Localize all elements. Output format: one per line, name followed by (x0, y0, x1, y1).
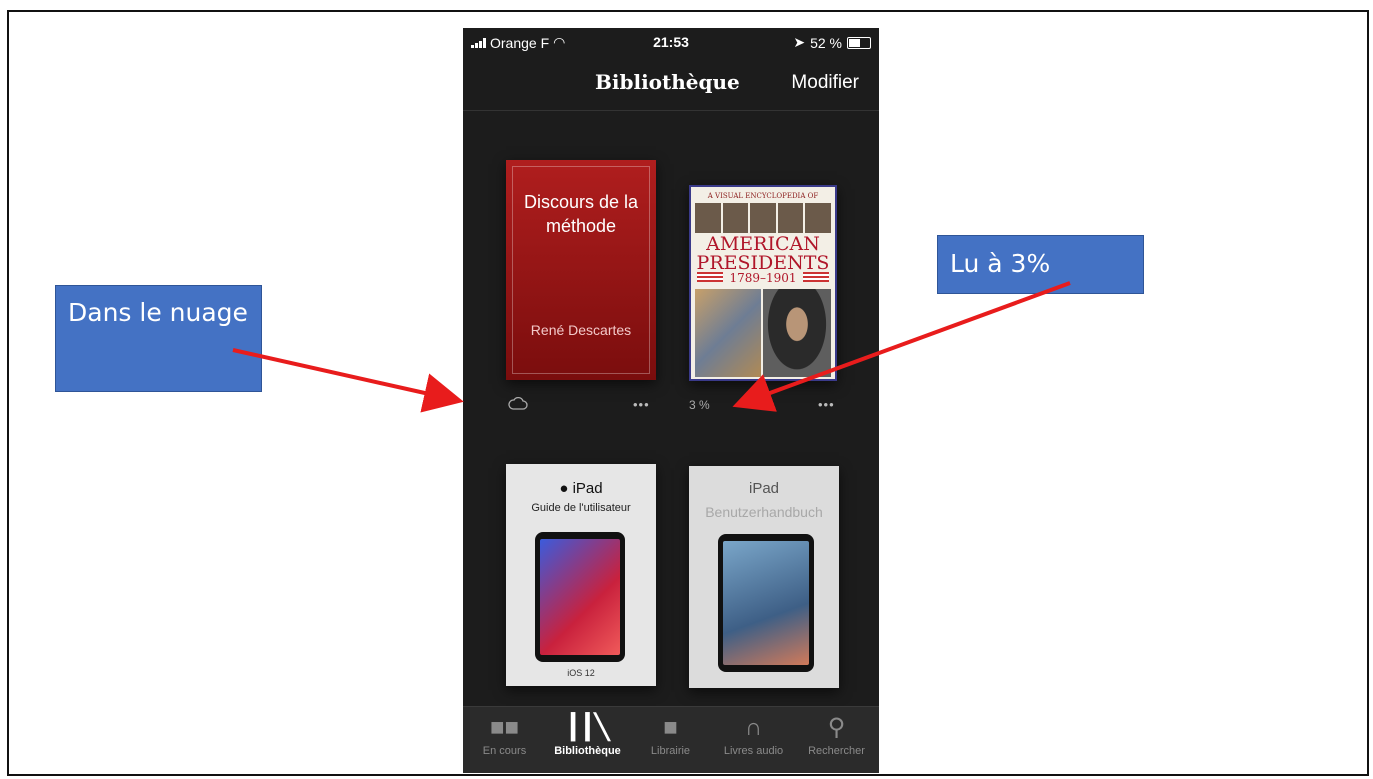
ipad-image (535, 532, 625, 662)
cover-supertitle: A VISUAL ENCYCLOPEDIA OF (707, 192, 819, 200)
nav-bar: Bibliothèque Modifier (463, 60, 879, 111)
flag-right (803, 272, 829, 282)
ios-version: iOS 12 (567, 668, 595, 678)
book-american-presidents[interactable]: A VISUAL ENCYCLOPEDIA OF AMERICAN PRESID… (689, 185, 837, 381)
tab-rechercher[interactable]: ⚲ Rechercher (795, 711, 878, 771)
more-button[interactable]: ••• (818, 397, 835, 412)
tab-label: Bibliothèque (554, 745, 621, 757)
more-button[interactable]: ••• (633, 397, 650, 412)
edit-button[interactable]: Modifier (791, 72, 859, 94)
annotation-read: Lu à 3% (937, 235, 1144, 294)
book-ipad-guide[interactable]: ● iPad Guide de l'utilisateur iOS 12 (506, 464, 656, 686)
battery-icon (847, 36, 871, 49)
page-title: Bibliothèque (595, 70, 740, 94)
tab-livres-audio[interactable]: ∩ Livres audio (712, 711, 795, 771)
phone-screen: Orange F ◠ 21:53 ➤ 52 % Bibliothèque Mod… (463, 28, 879, 773)
book-subtitle: Guide de l'utilisateur (531, 502, 631, 514)
book-title: Discours de la méthode (523, 192, 639, 236)
book-subtitle: Benutzerhandbuch (705, 504, 823, 520)
annotation-cloud: Dans le nuage (55, 285, 262, 392)
tab-en-cours[interactable]: ■■ En cours (463, 711, 546, 771)
book-author: René Descartes (530, 322, 632, 338)
cover-title: AMERICAN PRESIDENTS (691, 235, 835, 273)
tab-label: En cours (482, 745, 527, 757)
cover-portraits-row (695, 203, 831, 233)
tab-label: Librairie (650, 745, 691, 757)
book-discours[interactable]: Discours de la méthode René Descartes (506, 160, 656, 380)
book-open-icon: ■■ (490, 714, 519, 741)
location-arrow-icon: ➤ (793, 34, 806, 50)
apple-logo-icon: ● (559, 480, 569, 497)
library-icon: ┃┃╲ (565, 714, 610, 741)
cloud-icon[interactable] (508, 397, 528, 411)
cover-portrait (763, 289, 831, 377)
book-brand: iPad (748, 480, 780, 497)
book-brand: ● iPad (506, 480, 656, 497)
battery-percent: 52 % (810, 34, 842, 51)
status-bar: Orange F ◠ 21:53 ➤ 52 % (463, 28, 879, 56)
status-right: ➤ 52 % (793, 34, 871, 51)
tab-label: Rechercher (808, 745, 865, 757)
tab-bibliotheque[interactable]: ┃┃╲ Bibliothèque (546, 711, 629, 771)
read-progress: 3 % (689, 398, 710, 412)
shopping-bag-icon: ■ (663, 714, 678, 741)
headphones-icon: ∩ (744, 714, 763, 741)
tab-librairie[interactable]: ■ Librairie (629, 711, 712, 771)
tab-label: Livres audio (723, 745, 784, 757)
book-ipad-benutzerhandbuch[interactable]: iPad Benutzerhandbuch (689, 466, 839, 688)
ipad-image (718, 534, 814, 672)
brand-text: iPad (572, 480, 603, 497)
tab-bar: ■■ En cours ┃┃╲ Bibliothèque ■ Librairie… (463, 706, 879, 773)
search-icon: ⚲ (827, 714, 846, 741)
cover-scenes (695, 289, 761, 377)
